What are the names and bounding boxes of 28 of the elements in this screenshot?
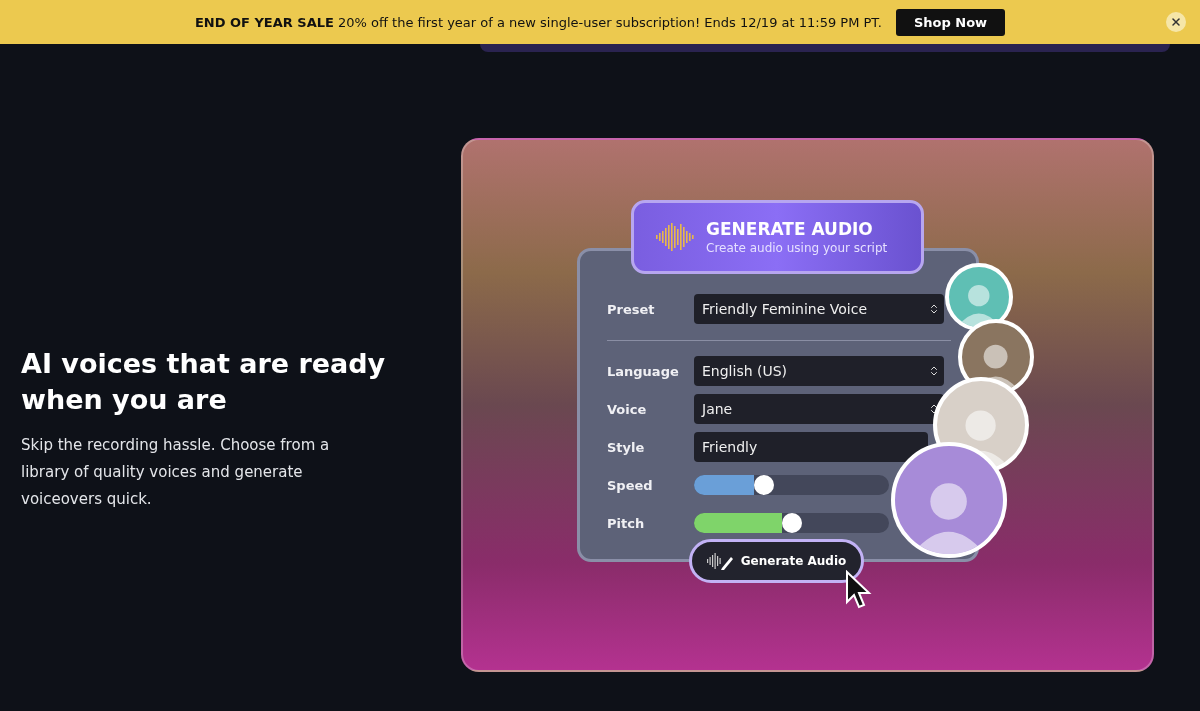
updown-icon: [928, 303, 940, 315]
close-button[interactable]: [1166, 12, 1186, 32]
slider-thumb[interactable]: [754, 475, 775, 495]
slider-thumb[interactable]: [781, 513, 802, 533]
input-field[interactable]: Friendly: [694, 432, 928, 462]
generate-audio-button[interactable]: Generate Audio: [689, 539, 864, 583]
shop-now-button[interactable]: Shop Now: [895, 8, 1006, 36]
updown-icon: [928, 365, 940, 377]
field-label: Language: [607, 363, 680, 379]
select-field[interactable]: Jane: [694, 394, 944, 424]
field-label: Style: [607, 439, 646, 455]
mouse-cursor-icon: [845, 570, 873, 610]
feature-heading: AI voices that are ready when you are: [21, 347, 387, 417]
header-subtitle: Create audio using your script: [706, 241, 888, 255]
select-field[interactable]: Friendly Feminine Voice: [694, 294, 944, 324]
slider-fill[interactable]: [694, 475, 755, 495]
header-title: GENERATE AUDIO: [706, 219, 874, 239]
slider-fill[interactable]: [694, 513, 782, 533]
select-field[interactable]: English (US): [694, 356, 944, 386]
field-label: Voice: [607, 401, 648, 417]
waveform-icon: [656, 223, 694, 251]
waveform-pencil-icon: [706, 552, 733, 570]
close-icon: [1170, 16, 1182, 28]
field-label: Speed: [607, 477, 654, 493]
field-label: Preset: [607, 301, 656, 317]
feature-description: Skip the recording hassle. Choose from a library of quality voices and generate voiceovers quick.: [21, 435, 331, 510]
banner-text: END OF YEAR SALE 20% off the first year of a new single-user subscription! Ends 12/19 at 11:59 PM PT.: [194, 14, 882, 30]
field-label: Pitch: [607, 515, 646, 531]
